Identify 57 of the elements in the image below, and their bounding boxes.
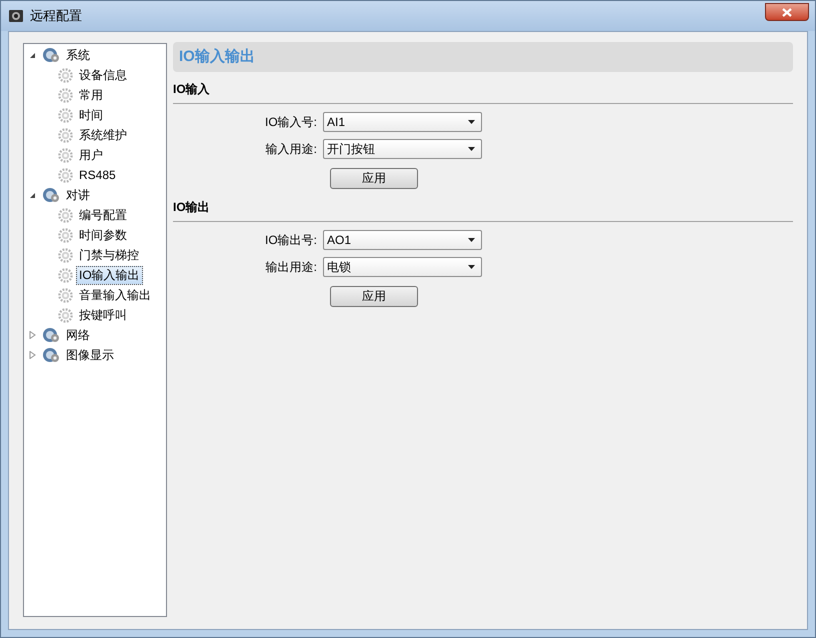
- dropdown-arrow-icon: [468, 120, 475, 124]
- dropdown[interactable]: AI1: [323, 112, 482, 132]
- gear-icon: [58, 168, 73, 182]
- dropdown[interactable]: 电锁: [323, 257, 482, 277]
- gear-icon: [58, 288, 73, 302]
- tree-item[interactable]: 用户: [76, 146, 106, 164]
- collapse-arrow-icon[interactable]: [29, 52, 36, 58]
- tree-item[interactable]: 设备信息: [76, 66, 130, 84]
- globe-gear-icon: [42, 47, 60, 63]
- tree-item[interactable]: 对讲: [63, 186, 93, 204]
- field-label: 输出用途:: [264, 259, 318, 276]
- section-title: IO输出: [173, 199, 211, 216]
- expand-arrow-icon[interactable]: [29, 331, 36, 339]
- tree-item[interactable]: 编号配置: [76, 206, 130, 224]
- globe-gear-icon: [42, 187, 60, 203]
- field-label: 输入用途:: [264, 141, 318, 158]
- globe-gear-icon: [42, 347, 60, 363]
- gear-icon: [58, 248, 73, 262]
- tree-item[interactable]: 音量输入输出: [76, 286, 154, 304]
- tree-item[interactable]: 按键呼叫: [76, 306, 130, 324]
- panel-title: IO输入输出: [179, 46, 255, 67]
- gear-icon: [58, 208, 73, 222]
- apply-button[interactable]: 应用: [330, 286, 418, 306]
- gear-icon: [58, 68, 73, 82]
- gear-icon: [58, 88, 73, 102]
- gear-icon: [58, 148, 73, 162]
- dropdown-arrow-icon: [468, 265, 475, 269]
- gear-icon: [58, 308, 73, 322]
- tree-item[interactable]: 门禁与梯控: [76, 246, 142, 264]
- tree-item[interactable]: 系统: [63, 46, 93, 64]
- field-label: IO输出号:: [264, 232, 318, 249]
- collapse-arrow-icon[interactable]: [29, 192, 36, 198]
- close-icon: [782, 8, 792, 16]
- tree-item[interactable]: 时间: [76, 106, 106, 124]
- app-icon: [8, 8, 24, 24]
- dropdown[interactable]: 开门按钮: [323, 139, 482, 159]
- dropdown-arrow-icon: [468, 238, 475, 242]
- section-title: IO输入: [173, 81, 211, 98]
- tree-item[interactable]: 系统维护: [76, 126, 130, 144]
- tree-item[interactable]: 常用: [76, 86, 106, 104]
- gear-icon: [58, 128, 73, 142]
- expand-arrow-icon[interactable]: [29, 351, 36, 359]
- apply-button[interactable]: 应用: [330, 168, 418, 188]
- tree-item[interactable]: 图像显示: [63, 346, 117, 364]
- globe-gear-icon: [42, 327, 60, 343]
- dropdown[interactable]: AO1: [323, 230, 482, 250]
- tree-item[interactable]: IO输入输出: [76, 266, 143, 284]
- tree-item[interactable]: 网络: [63, 326, 93, 344]
- gear-icon: [58, 268, 73, 282]
- window-title: 远程配置: [30, 7, 82, 26]
- gear-icon: [58, 108, 73, 122]
- tree-item[interactable]: 时间参数: [76, 226, 130, 244]
- close-button[interactable]: [765, 3, 809, 21]
- dropdown-arrow-icon: [468, 147, 475, 151]
- gear-icon: [58, 228, 73, 242]
- tree-item[interactable]: RS485: [76, 166, 119, 184]
- field-label: IO输入号:: [264, 114, 318, 131]
